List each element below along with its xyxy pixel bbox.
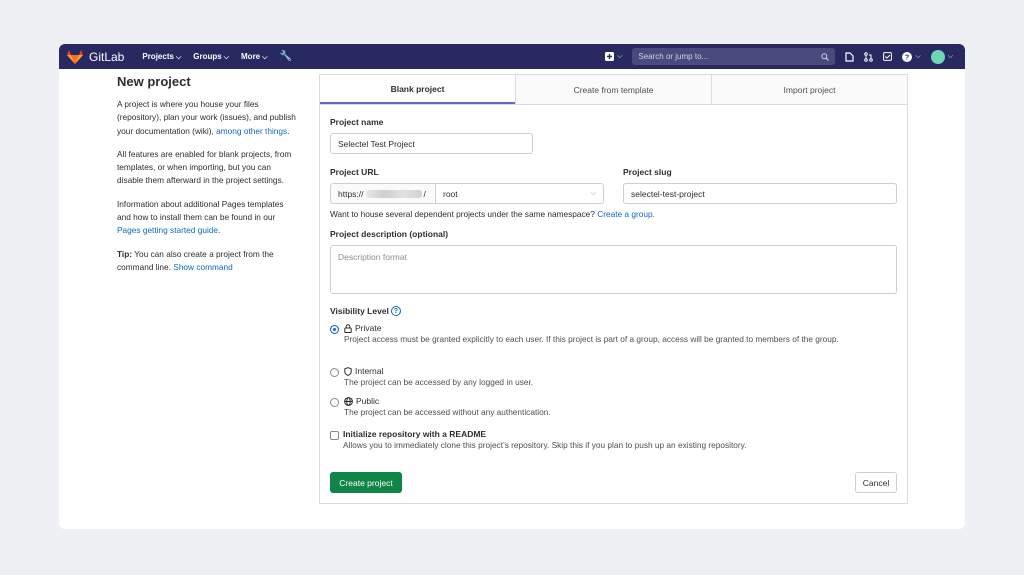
visibility-private-label: Private bbox=[355, 323, 382, 333]
readme-option: Initialize repository with a README Allo… bbox=[343, 429, 898, 453]
visibility-private-title: Private bbox=[344, 323, 899, 333]
redacted-host bbox=[365, 189, 422, 198]
project-description-textarea[interactable]: Description format bbox=[330, 245, 897, 294]
project-url-prefix: https:// / bbox=[330, 183, 436, 204]
brand-name: GitLab bbox=[89, 49, 125, 64]
chevron-down-icon: ⌵ bbox=[175, 53, 182, 61]
visibility-internal-radio[interactable] bbox=[330, 368, 339, 377]
show-command-link[interactable]: Show command bbox=[173, 262, 233, 272]
globe-icon bbox=[344, 396, 353, 406]
namespace-hint-text: Want to house several dependent projects… bbox=[330, 209, 595, 219]
todo-icon[interactable] bbox=[883, 52, 893, 61]
new-project-panel: Blank project Create from template Impor… bbox=[319, 74, 908, 504]
gitlab-logo[interactable]: GitLab bbox=[67, 49, 125, 64]
chevron-down-icon: ⌵ bbox=[590, 189, 596, 197]
visibility-private-desc: Project access must be granted explicitl… bbox=[344, 334, 839, 344]
user-menu[interactable]: ⌵ bbox=[930, 49, 953, 64]
visibility-public-desc: The project can be accessed without any … bbox=[344, 407, 551, 417]
visibility-internal-desc: The project can be accessed by any logge… bbox=[344, 377, 534, 387]
project-name-value: Selectel Test Project bbox=[338, 138, 415, 149]
visibility-public-radio[interactable] bbox=[330, 398, 339, 407]
visibility-private-option: Private Project access must be granted e… bbox=[344, 323, 899, 347]
nav-projects[interactable]: Projects ⌵ bbox=[142, 52, 181, 62]
chevron-down-icon: ⌵ bbox=[947, 52, 953, 60]
create-group-link[interactable]: Create a group. bbox=[597, 209, 655, 219]
namespace-value: root bbox=[443, 188, 458, 199]
info-paragraph-3: Information about additional Pages templ… bbox=[117, 198, 297, 238]
create-project-button[interactable]: Create project bbox=[330, 472, 402, 493]
nav-more[interactable]: More ⌵ bbox=[241, 52, 267, 62]
tab-create-from-template[interactable]: Create from template bbox=[515, 75, 711, 104]
visibility-label-text: Visibility Level bbox=[330, 306, 389, 316]
info-paragraph-1: A project is where you house your files … bbox=[117, 98, 297, 138]
chevron-down-icon: ⌵ bbox=[617, 52, 623, 60]
pages-guide-link[interactable]: Pages getting started guide bbox=[117, 225, 218, 235]
tip-paragraph: Tip: You can also create a project from … bbox=[117, 248, 297, 275]
app-window: GitLab Projects ⌵ Groups ⌵ More ⌵ 🔧 ⌵ Searc… bbox=[59, 44, 965, 529]
search-input[interactable]: Search or jump to... bbox=[632, 48, 836, 65]
visibility-public-title: Public bbox=[344, 396, 899, 406]
visibility-public-label: Public bbox=[356, 396, 380, 406]
visibility-internal-label: Internal bbox=[355, 366, 384, 376]
question-icon: ? bbox=[902, 51, 913, 62]
url-prefix-slash: / bbox=[423, 188, 426, 199]
chevron-down-icon: ⌵ bbox=[262, 53, 268, 61]
tanuki-icon bbox=[67, 49, 83, 64]
info-column: New project A project is where you house… bbox=[117, 74, 297, 284]
info-paragraph-2: All features are enabled for blank proje… bbox=[117, 148, 292, 186]
project-slug-label: Project slug bbox=[623, 167, 672, 177]
visibility-public-option: Public The project can be accessed witho… bbox=[344, 396, 899, 420]
question-icon[interactable]: ? bbox=[390, 306, 401, 316]
nav-more-label: More bbox=[241, 51, 261, 61]
visibility-level-label: Visibility Level ? bbox=[330, 306, 401, 316]
nav-groups-label: Groups bbox=[193, 51, 222, 61]
search-placeholder: Search or jump to... bbox=[638, 52, 709, 61]
lock-icon bbox=[344, 323, 352, 333]
description-placeholder: Description format bbox=[338, 252, 407, 262]
project-name-label: Project name bbox=[330, 117, 384, 127]
top-navbar: GitLab Projects ⌵ Groups ⌵ More ⌵ 🔧 ⌵ Searc… bbox=[59, 44, 965, 69]
readme-checkbox[interactable] bbox=[330, 431, 339, 440]
period: . bbox=[287, 125, 290, 136]
project-url-label: Project URL bbox=[330, 167, 379, 177]
nav-groups[interactable]: Groups ⌵ bbox=[193, 52, 229, 62]
project-description-label: Project description (optional) bbox=[330, 229, 449, 239]
wrench-icon[interactable]: 🔧 bbox=[279, 51, 291, 62]
namespace-hint: Want to house several dependent projects… bbox=[330, 208, 655, 222]
project-slug-input[interactable]: selectel-test-project bbox=[623, 183, 897, 204]
namespace-select[interactable]: root ⌵ bbox=[435, 183, 604, 204]
plus-square-icon bbox=[605, 52, 615, 61]
tip-label: Tip: bbox=[117, 248, 133, 259]
visibility-internal-title: Internal bbox=[344, 366, 899, 376]
search-icon bbox=[821, 52, 830, 61]
readme-label: Initialize repository with a README bbox=[343, 429, 487, 439]
merge-requests-icon[interactable] bbox=[864, 51, 874, 62]
new-item-dropdown[interactable]: ⌵ bbox=[605, 52, 622, 61]
project-slug-value: selectel-test-project bbox=[631, 188, 705, 199]
avatar bbox=[930, 49, 945, 64]
shield-icon bbox=[344, 366, 352, 376]
issues-icon[interactable] bbox=[845, 51, 854, 62]
project-tabs: Blank project Create from template Impor… bbox=[320, 75, 907, 105]
nav-projects-label: Projects bbox=[142, 51, 174, 61]
among-other-things-link[interactable]: among other things bbox=[216, 126, 287, 136]
chevron-down-icon: ⌵ bbox=[915, 52, 921, 60]
tab-import-project[interactable]: Import project bbox=[711, 75, 907, 104]
visibility-private-radio[interactable] bbox=[330, 325, 339, 334]
help-dropdown[interactable]: ? ⌵ bbox=[902, 51, 921, 62]
project-name-input[interactable]: Selectel Test Project bbox=[330, 133, 533, 154]
info-text-3: Information about additional Pages templ… bbox=[117, 198, 284, 223]
period: . bbox=[218, 225, 221, 236]
readme-desc: Allows you to immediately clone this pro… bbox=[343, 440, 747, 450]
chevron-down-icon: ⌵ bbox=[223, 53, 230, 61]
visibility-internal-option: Internal The project can be accessed by … bbox=[344, 366, 899, 390]
svg-text:?: ? bbox=[905, 54, 909, 61]
tab-blank-project[interactable]: Blank project bbox=[320, 75, 515, 104]
cancel-button[interactable]: Cancel bbox=[855, 472, 897, 493]
url-prefix-text: https:// bbox=[338, 188, 364, 199]
page-title: New project bbox=[117, 74, 191, 89]
